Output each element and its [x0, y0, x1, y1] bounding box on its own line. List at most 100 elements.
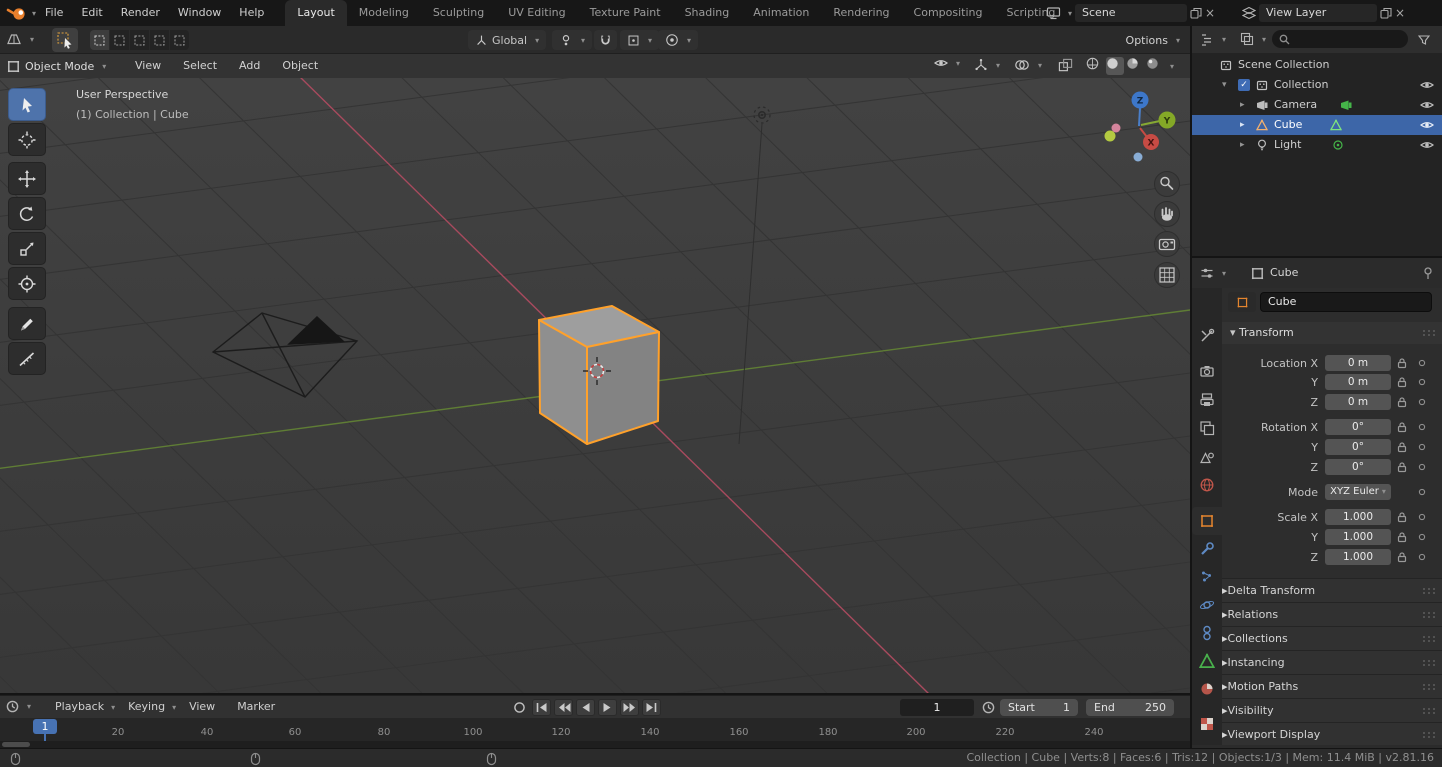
outliner-editor-selector[interactable]: ▾: [1200, 32, 1226, 46]
tab-texture-paint[interactable]: Texture Paint: [578, 0, 673, 26]
outliner-row-scene-collection[interactable]: Scene Collection: [1192, 55, 1442, 75]
lock-icon[interactable]: [1396, 441, 1408, 453]
timeline-ruler[interactable]: 20 40 60 80 100 120 140 160 180 200 220 …: [0, 718, 1190, 741]
lock-icon[interactable]: [1396, 461, 1408, 473]
scene-dropdown-arrow[interactable]: ▾: [1068, 9, 1072, 18]
pan-hand-button[interactable]: [1155, 202, 1180, 227]
vertical-splitter[interactable]: [1190, 26, 1192, 748]
tab-output-icon[interactable]: [1199, 392, 1215, 408]
animate-dot-icon[interactable]: [1418, 359, 1426, 367]
rotation-y-field[interactable]: 0°: [1325, 439, 1391, 455]
zoom-button[interactable]: [1155, 172, 1180, 197]
viewport-timeline-splitter[interactable]: [0, 693, 1190, 695]
scale-y-field[interactable]: 1.000: [1325, 529, 1391, 545]
properties-editor-selector[interactable]: ▾: [1200, 266, 1226, 280]
scene-name-field[interactable]: Scene: [1075, 4, 1187, 22]
tab-texture-icon[interactable]: [1199, 716, 1215, 732]
lock-icon[interactable]: [1396, 531, 1408, 543]
tab-animation[interactable]: Animation: [741, 0, 821, 26]
editor-type-selector[interactable]: ▾: [6, 31, 34, 47]
menu-keying[interactable]: Keying: [119, 696, 174, 718]
menu-playback[interactable]: Playback: [46, 696, 113, 718]
panel-grip-icon[interactable]: [1422, 683, 1436, 691]
lock-icon[interactable]: [1396, 376, 1408, 388]
play-reverse-button[interactable]: [576, 699, 595, 716]
outliner-row-cube[interactable]: ▸ Cube: [1192, 115, 1442, 135]
tab-object-data-icon[interactable]: [1199, 653, 1215, 669]
tab-rendering[interactable]: Rendering: [821, 0, 901, 26]
expand-icon[interactable]: ▸: [1240, 95, 1245, 115]
gizmo-minus-x-axis[interactable]: [1112, 124, 1121, 133]
location-y-field[interactable]: 0 m: [1325, 374, 1391, 390]
rotation-z-field[interactable]: 0°: [1325, 459, 1391, 475]
tab-scene-icon[interactable]: [1199, 449, 1215, 465]
tab-material-icon[interactable]: [1199, 681, 1215, 697]
frame-end-field[interactable]: End 250: [1086, 699, 1174, 716]
camera-data-icon[interactable]: [1340, 99, 1352, 111]
timeline-scrollbar[interactable]: [0, 741, 1190, 748]
tool-transform[interactable]: [8, 267, 46, 300]
cube-object[interactable]: [539, 306, 659, 444]
jump-to-start-button[interactable]: [532, 699, 551, 716]
viewport-3d[interactable]: Z Y X User Perspective (1) Collection | …: [0, 78, 1190, 693]
panel-instancing[interactable]: ▸Instancing: [1222, 650, 1442, 674]
shading-solid-button[interactable]: [1106, 57, 1124, 75]
options-dropdown[interactable]: Options ▾: [1126, 26, 1180, 54]
object-name-input[interactable]: Cube: [1260, 292, 1432, 312]
tab-view-layer-icon[interactable]: [1199, 420, 1215, 436]
frame-start-field[interactable]: Start 1: [1000, 699, 1078, 716]
tab-world-icon[interactable]: [1199, 477, 1215, 493]
rotation-mode-dropdown[interactable]: XYZ Euler▾: [1325, 484, 1391, 500]
playback-clock-icon[interactable]: [982, 701, 995, 714]
tab-shading[interactable]: Shading: [673, 0, 742, 26]
menu-view[interactable]: View: [126, 54, 170, 78]
menu-marker[interactable]: Marker: [228, 696, 284, 718]
hide-eye-icon[interactable]: [1420, 120, 1434, 130]
animate-dot-icon[interactable]: [1418, 398, 1426, 406]
pivot-point-dropdown[interactable]: ▾: [552, 30, 592, 50]
mesh-data-icon[interactable]: [1330, 119, 1342, 131]
tool-scale[interactable]: [8, 232, 46, 265]
panel-delta-transform[interactable]: ▸Delta Transform: [1222, 578, 1442, 602]
menu-file[interactable]: File: [36, 0, 72, 26]
panel-grip-icon[interactable]: [1422, 635, 1436, 643]
outliner-search-input[interactable]: [1272, 30, 1408, 48]
hide-eye-icon[interactable]: [1420, 100, 1434, 110]
tool-measure[interactable]: [8, 342, 46, 375]
playhead[interactable]: 1: [33, 719, 57, 734]
copy-scene-icon[interactable]: [1190, 7, 1202, 19]
blender-logo-icon[interactable]: [6, 5, 28, 21]
hide-eye-icon[interactable]: [1420, 140, 1434, 150]
expand-icon[interactable]: ▸: [1240, 135, 1245, 155]
location-x-field[interactable]: 0 m: [1325, 355, 1391, 371]
unlink-scene-icon[interactable]: ×: [1205, 6, 1215, 20]
menu-object[interactable]: Object: [273, 54, 327, 78]
remove-view-layer-icon[interactable]: ×: [1395, 6, 1405, 20]
animate-dot-icon[interactable]: [1418, 378, 1426, 386]
next-keyframe-button[interactable]: [620, 699, 639, 716]
animate-dot-icon[interactable]: [1418, 488, 1426, 496]
select-mode-extend[interactable]: [110, 30, 129, 50]
transform-orientation-dropdown[interactable]: Global ▾: [468, 30, 546, 50]
snap-toggle[interactable]: [594, 30, 617, 50]
panel-grip-icon[interactable]: [1422, 587, 1436, 595]
panel-grip-icon[interactable]: [1422, 611, 1436, 619]
shading-rendered-button[interactable]: [1146, 57, 1164, 75]
shading-material-button[interactable]: [1126, 57, 1144, 75]
tool-3d-cursor[interactable]: [8, 123, 46, 156]
outliner-display-mode[interactable]: ▾: [1240, 32, 1266, 46]
auto-keyframe-toggle[interactable]: [510, 699, 529, 716]
animate-dot-icon[interactable]: [1418, 533, 1426, 541]
active-tool-button[interactable]: [52, 28, 78, 52]
jump-to-end-button[interactable]: [642, 699, 661, 716]
tool-select-box[interactable]: [8, 88, 46, 121]
tab-uv-editing[interactable]: UV Editing: [496, 0, 577, 26]
menu-add[interactable]: Add: [230, 54, 269, 78]
animate-dot-icon[interactable]: [1418, 513, 1426, 521]
transform-panel-header[interactable]: ▾ Transform: [1222, 322, 1442, 344]
expand-icon[interactable]: ▾: [1222, 75, 1227, 95]
pin-icon[interactable]: [1422, 267, 1434, 280]
panel-viewport-display[interactable]: ▸Viewport Display: [1222, 722, 1442, 745]
rotation-x-field[interactable]: 0°: [1325, 419, 1391, 435]
overlays-dropdown[interactable]: ▾: [1014, 58, 1042, 72]
